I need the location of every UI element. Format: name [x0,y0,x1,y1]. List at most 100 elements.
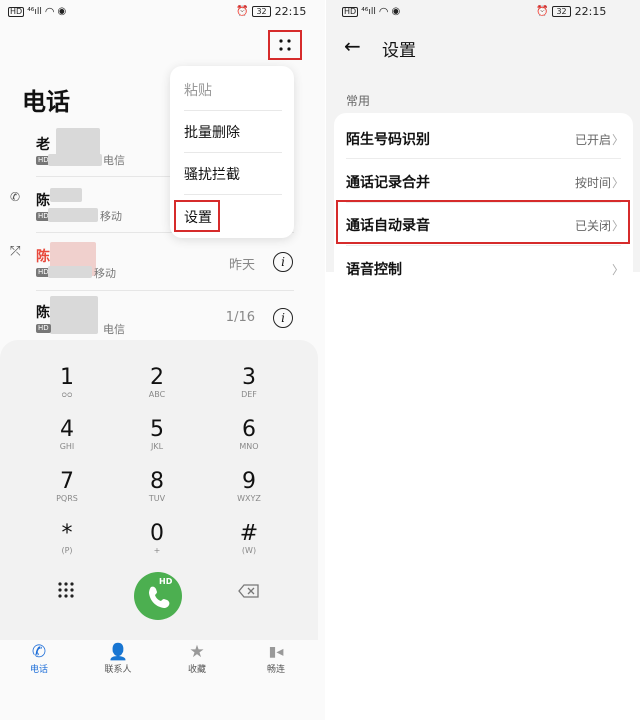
call-time: 昨天 [228,258,255,273]
settings-card: 陌生号码识别 已开启 〉 通话记录合并 按时间 〉 通话自动录音 已关闭 〉 语… [334,113,633,278]
contact-name: 陈 [36,305,50,321]
phone-app-panel: HD ⁴⁶ıll ◠ ◉ ⏰ 32 22:15 电话 老 HD 电信 ✆ 陈 H… [0,0,325,720]
setting-row-stranger-id[interactable]: 陌生号码识别 已开启 〉 [334,117,633,159]
signal-icon: ⁴⁶ıll [361,6,376,17]
key-2[interactable]: 2 ABC [127,366,187,400]
key-hash[interactable]: # (W) [219,522,279,556]
key-star[interactable]: * (P) [37,522,97,556]
menu-item-harass-block[interactable]: 骚扰拦截 [184,164,240,184]
chevron-right-icon: 〉 [611,263,624,277]
menu-item-paste[interactable]: 粘贴 [184,80,212,100]
hd-volte-icon: HD [8,6,25,17]
contact-name: 陈 [36,193,50,209]
divider [184,194,282,195]
divider [184,110,282,111]
keypad-toggle-icon[interactable] [56,580,76,600]
setting-value: 已开启 [574,133,611,147]
hd-badge: HD [159,577,173,586]
status-bar-right: ⏰ 32 22:15 [536,5,606,18]
battery-icon: 32 [252,6,271,17]
key-9[interactable]: 9 WXYZ [219,470,279,504]
info-icon[interactable]: i [273,252,293,272]
nav-label: 电话 [29,665,48,675]
battery-icon: 32 [552,6,571,17]
bottom-nav: ✆ 电话 👤 联系人 ★ 收藏 ▮◂ 畅连 [0,640,318,684]
section-header: 常用 [346,94,371,108]
location-icon: ◉ [57,6,67,17]
alarm-icon: ⏰ [236,6,249,17]
nav-changlian[interactable]: ▮◂ 畅连 [251,642,301,675]
settings-panel: HD ⁴⁶ıll ◠ ◉ ⏰ 32 22:15 ← 设置 常用 陌生号码识别 已… [326,0,640,278]
options-menu: 粘贴 批量删除 骚扰拦截 设置 [170,66,294,238]
key-3[interactable]: 3 DEF [219,366,279,400]
call-button[interactable]: HD [134,572,182,620]
wifi-icon: ◠ [44,5,55,18]
status-bar-left: HD ⁴⁶ıll ◠ ◉ [342,5,400,18]
carrier-label: 移动 [100,210,122,223]
key-0[interactable]: 0 + [127,522,187,556]
contact-name: 陈 [36,249,50,265]
nav-label: 联系人 [104,665,132,675]
call-time: 1/16 [225,310,255,325]
key-7[interactable]: 7 PQRS [37,470,97,504]
nav-phone[interactable]: ✆ 电话 [14,642,64,675]
redacted-block [48,154,102,166]
key-6[interactable]: 6 MNO [219,418,279,452]
setting-label: 陌生号码识别 [346,132,430,148]
setting-row-voice-control[interactable]: 语音控制 〉 [334,247,633,289]
auto-record-highlight [336,200,630,244]
chevron-right-icon: 〉 [611,176,624,190]
contacts-icon: 👤 [108,642,128,661]
contact-name: 老 [36,137,50,153]
location-icon: ◉ [391,6,401,17]
key-8[interactable]: 8 TUV [127,470,187,504]
nav-favorites[interactable]: ★ 收藏 [172,642,222,675]
divider [346,245,621,246]
carrier-label: 电信 [103,154,125,167]
carrier-label: 电信 [103,323,125,336]
carrier-label: 移动 [94,267,116,280]
page-title: 电话 [22,88,70,116]
nav-label: 畅连 [266,665,285,675]
page-title: 设置 [382,41,416,61]
setting-label: 语音控制 [346,262,402,278]
status-bar-left: HD ⁴⁶ıll ◠ ◉ [8,5,66,18]
signal-icon: ⁴⁶ıll [27,6,42,17]
hd-volte-icon: HD [342,6,359,17]
star-icon: ★ [189,642,205,662]
key-4[interactable]: 4 GHI [37,418,97,452]
status-time: 22:15 [574,5,607,18]
alarm-icon: ⏰ [536,6,549,17]
setting-label: 通话记录合并 [346,175,430,191]
menu-item-batch-delete[interactable]: 批量删除 [184,122,240,142]
settings-highlight [174,200,220,232]
backspace-icon[interactable] [238,584,260,598]
divider [36,290,294,291]
key-1[interactable]: 1 ᴑᴑ [37,366,97,400]
nav-label: 收藏 [187,665,206,675]
chevron-right-icon: 〉 [611,133,624,147]
more-options-button[interactable] [274,36,296,54]
video-call-icon: ▮◂ [268,644,284,660]
phone-handset-icon [149,586,170,608]
status-time: 22:15 [274,5,307,18]
key-5[interactable]: 5 JKL [127,418,187,452]
nav-contacts[interactable]: 👤 联系人 [93,642,143,675]
divider [346,158,621,159]
missed-call-icon: ⤱ [10,244,21,259]
phone-icon: ✆ [31,642,47,662]
divider [184,152,282,153]
outgoing-call-icon: ✆ [10,190,21,204]
redacted-block [50,188,82,202]
back-arrow-icon[interactable]: ← [344,35,361,57]
redacted-block [48,266,92,278]
four-dots-icon [279,39,291,51]
setting-row-call-log-merge[interactable]: 通话记录合并 按时间 〉 [334,160,633,202]
hd-call-icon: HD [36,324,51,333]
redacted-block [50,296,98,334]
wifi-icon: ◠ [378,5,389,18]
status-bar-right: ⏰ 32 22:15 [236,5,306,18]
info-icon[interactable]: i [273,308,293,328]
call-log-row[interactable]: ⤱ 陈 HD 移动 昨天 i [0,240,310,296]
redacted-block [48,208,98,222]
